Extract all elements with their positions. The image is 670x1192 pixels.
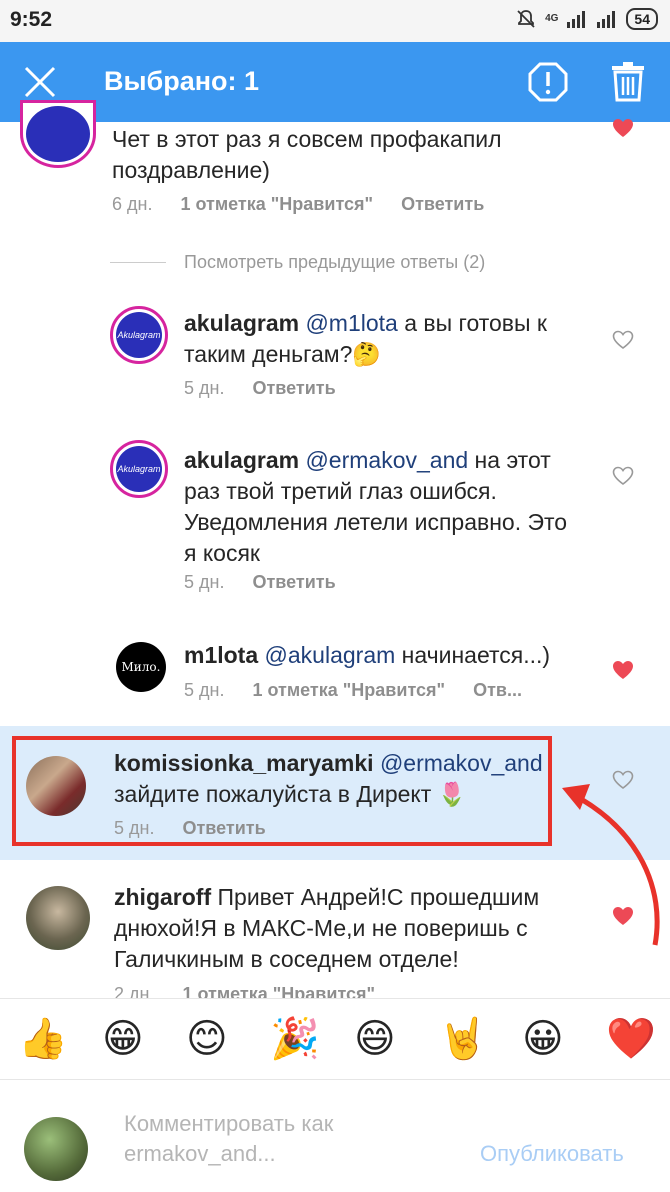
reply-text: akulagram @ermakov_and на этот раз твой … (184, 445, 584, 569)
heart-outline-icon[interactable] (612, 330, 634, 350)
smile-emoji-button[interactable]: 😊 (186, 1015, 228, 1063)
avatar[interactable] (20, 100, 96, 168)
status-icons: 4G 54 (515, 8, 658, 30)
reply-text: m1lota @akulagram начинается...) (184, 640, 604, 671)
close-icon[interactable] (22, 64, 58, 100)
battery-indicator: 54 (626, 8, 658, 30)
username[interactable]: akulagram (184, 447, 299, 473)
comment-input[interactable]: Комментировать как ermakov_and... (124, 1109, 454, 1169)
comment-placeholder-line1: Комментировать как (124, 1111, 334, 1136)
username[interactable]: akulagram (184, 310, 299, 336)
signal-icon (567, 11, 586, 28)
publish-button[interactable]: Опубликовать (480, 1141, 624, 1167)
heart-outline-icon[interactable] (612, 466, 634, 486)
grinning-emoji-button[interactable]: 😀 (522, 1015, 564, 1063)
comment-placeholder-line2: ermakov_and... (124, 1141, 276, 1166)
heart-emoji-button[interactable]: ❤️ (606, 1015, 656, 1063)
avatar[interactable]: Akulagram (110, 440, 168, 498)
likes-count-link[interactable]: 1 отметка "Нравится" (252, 680, 445, 701)
status-time: 9:52 (10, 8, 53, 31)
grin-emoji-button[interactable]: 😁 (102, 1015, 144, 1063)
comment-text: zhigaroff Привет Андрей!С прошедшим днюх… (114, 882, 564, 975)
highlight-box (12, 736, 552, 846)
network-type: 4G (545, 13, 559, 24)
avatar[interactable] (26, 886, 90, 950)
status-bar: 9:52 4G 54 (0, 0, 670, 42)
heart-filled-icon[interactable] (612, 118, 634, 138)
divider-line (110, 262, 166, 263)
mention-link[interactable]: @akulagram (265, 642, 396, 668)
reply-time: 5 дн. (184, 680, 225, 700)
heart-filled-icon[interactable] (612, 906, 634, 926)
reply-meta: 5 дн. Ответить (184, 378, 336, 399)
comment-meta: 6 дн. 1 отметка "Нравится" Ответить (112, 194, 484, 215)
selection-action-bar: Выбрано: 1 (0, 42, 670, 122)
reply-meta: 5 дн. 1 отметка "Нравится" Отв... (184, 680, 522, 701)
comment-text: Чет в этот раз я совсем профакапил поздр… (112, 126, 502, 183)
mention-link[interactable]: @ermakov_and (305, 447, 468, 473)
mute-icon (517, 10, 535, 28)
reply-link[interactable]: Ответить (252, 572, 335, 593)
username[interactable]: m1lota (184, 642, 258, 668)
selection-title: Выбрано: 1 (104, 66, 260, 96)
current-user-avatar (24, 1117, 88, 1181)
reply-link[interactable]: Ответить (252, 378, 335, 399)
likes-count-link[interactable]: 1 отметка "Нравится" (180, 194, 373, 215)
comment-composer: Комментировать как ermakov_and... Опубли… (0, 1081, 670, 1192)
rock-hand-emoji-button[interactable]: 🤘 (438, 1015, 488, 1063)
reply-time: 5 дн. (184, 378, 225, 398)
reply-body: начинается...) (395, 642, 551, 668)
avatar[interactable]: Мило. (116, 642, 166, 692)
heart-filled-icon[interactable] (612, 660, 634, 680)
reply-time: 5 дн. (184, 572, 225, 592)
reply-text: akulagram @m1lota а вы готовы к таким де… (184, 308, 584, 370)
view-previous-replies[interactable]: Посмотреть предыдущие ответы (2) (184, 252, 485, 273)
comment-time: 6 дн. (112, 194, 153, 214)
report-icon[interactable] (528, 62, 568, 102)
party-popper-emoji-button[interactable]: 🎉 (270, 1015, 320, 1063)
laugh-emoji-button[interactable]: 😄 (354, 1015, 396, 1063)
avatar[interactable]: Akulagram (110, 306, 168, 364)
reply-link[interactable]: Отв... (473, 680, 522, 701)
emoji-quick-bar: 👍 😁 😊 🎉 😄 🤘 😀 ❤️ (0, 998, 670, 1080)
thumbs-up-emoji-button[interactable]: 👍 (18, 1015, 68, 1063)
reply-link[interactable]: Ответить (401, 194, 484, 215)
reply-meta: 5 дн. Ответить (184, 572, 336, 593)
delete-icon[interactable] (610, 62, 646, 102)
mention-link[interactable]: @m1lota (305, 310, 397, 336)
username[interactable]: zhigaroff (114, 884, 211, 910)
signal-icon-2 (597, 11, 616, 28)
